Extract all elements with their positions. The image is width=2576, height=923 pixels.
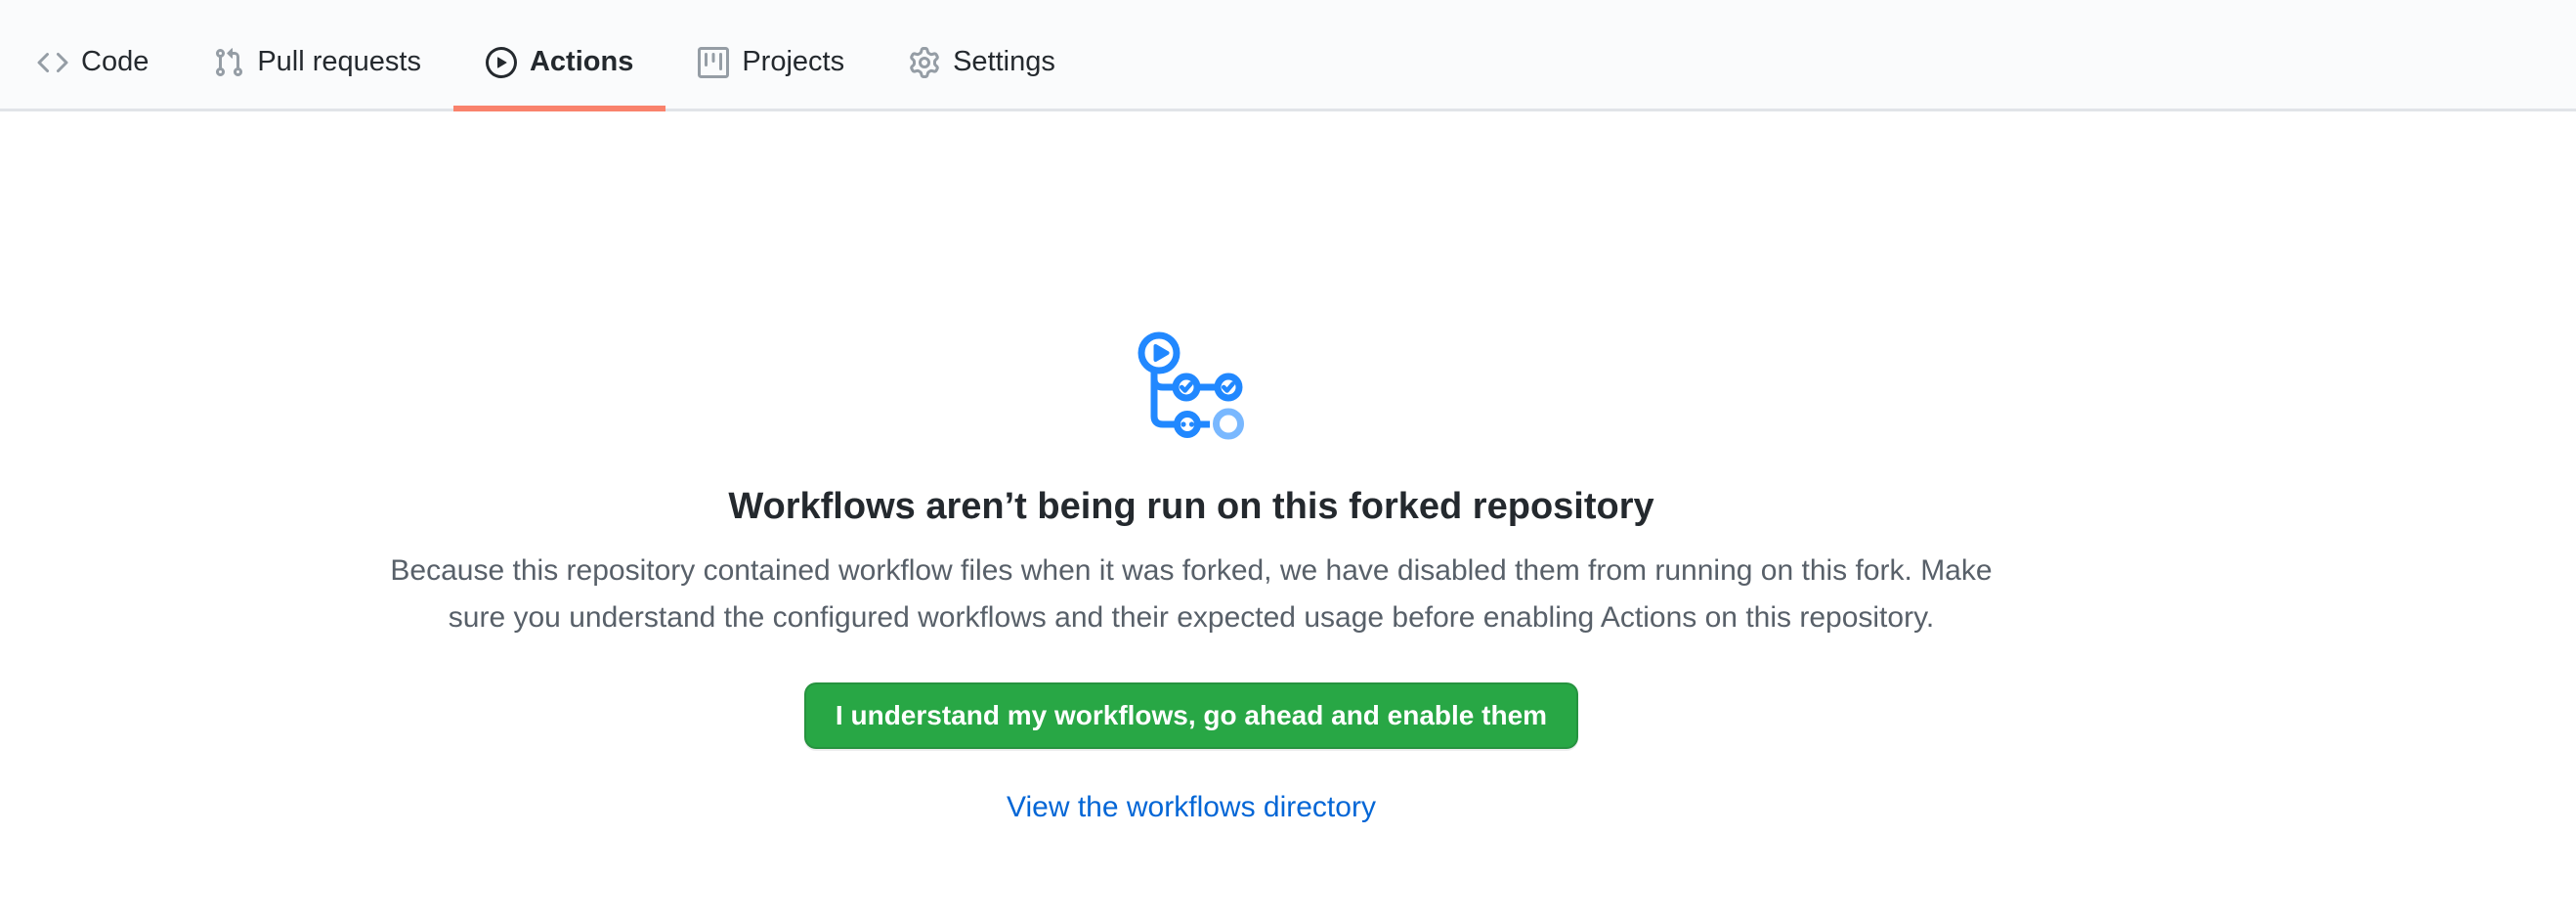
tab-actions-label: Actions: [530, 48, 633, 76]
tab-code-label: Code: [81, 48, 149, 76]
view-workflows-directory-link[interactable]: View the workflows directory: [1007, 791, 1376, 823]
repo-nav: Code Pull requests Actions Projects Sett…: [0, 0, 2576, 111]
play-icon: [486, 47, 517, 78]
workflow-graph-icon: [0, 330, 2383, 440]
tab-actions[interactable]: Actions: [453, 16, 665, 109]
description-line-1: Because this repository contained workfl…: [0, 548, 2383, 594]
page-title: Workflows aren’t being run on this forke…: [0, 483, 2383, 530]
enable-workflows-button[interactable]: I understand my workflows, go ahead and …: [804, 682, 1578, 749]
code-icon: [37, 47, 68, 78]
description-line-2: sure you understand the configured workf…: [0, 594, 2383, 641]
empty-state-description: Because this repository contained workfl…: [0, 548, 2383, 641]
tab-projects-label: Projects: [742, 48, 844, 76]
actions-empty-state: Workflows aren’t being run on this forke…: [0, 330, 2383, 831]
tab-settings-label: Settings: [953, 48, 1055, 76]
active-tab-underline: [453, 106, 665, 111]
tab-projects[interactable]: Projects: [665, 16, 877, 109]
tab-pull-requests-label: Pull requests: [257, 48, 421, 76]
tab-pull-requests[interactable]: Pull requests: [181, 16, 453, 109]
git-pull-request-icon: [213, 47, 244, 78]
gear-icon: [909, 47, 940, 78]
tab-code[interactable]: Code: [5, 16, 181, 109]
tab-settings[interactable]: Settings: [877, 16, 1088, 109]
project-icon: [698, 47, 729, 78]
